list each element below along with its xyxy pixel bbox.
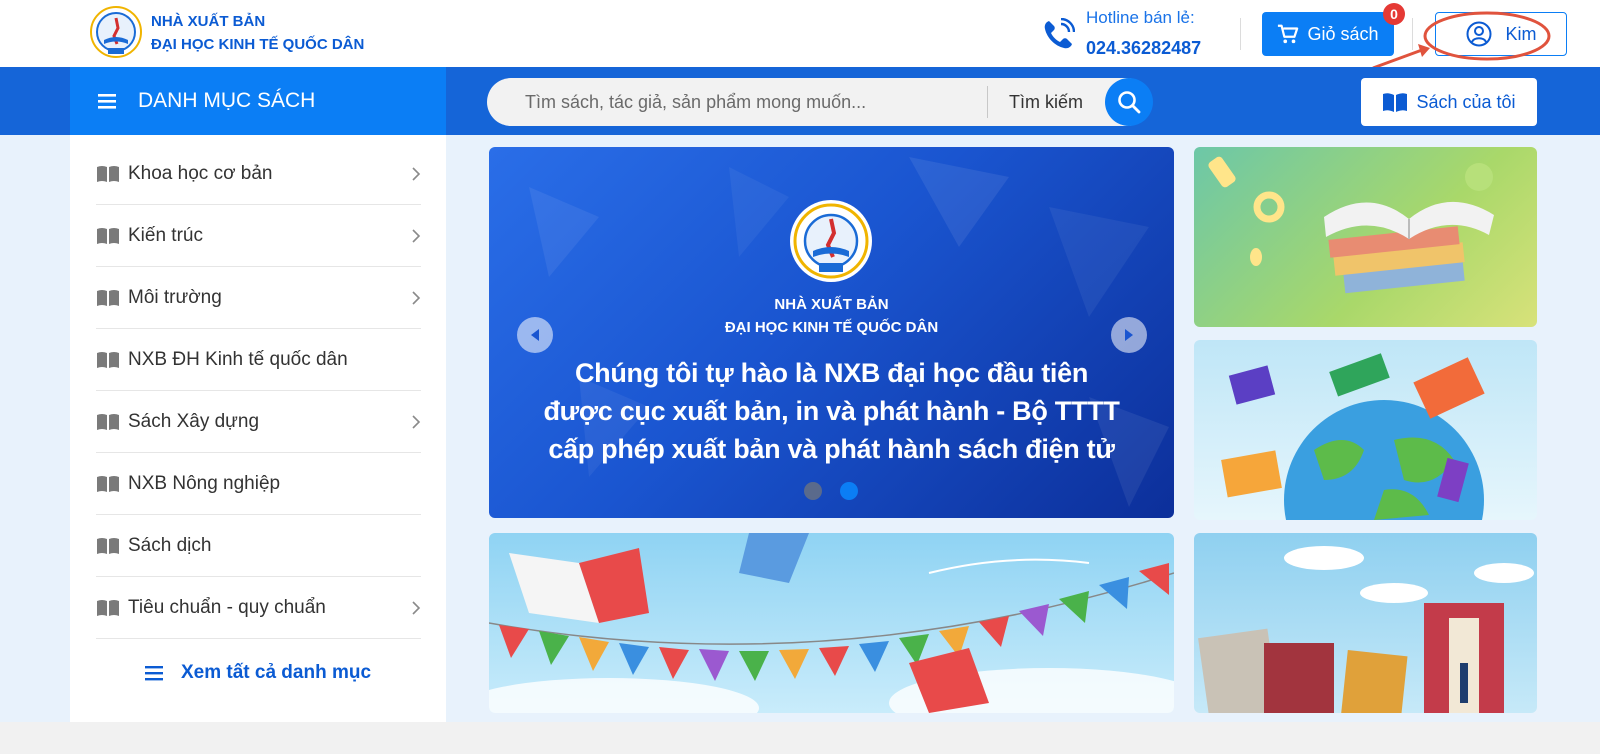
search-input[interactable] [525, 78, 965, 126]
book-icon [97, 413, 119, 430]
banner-bunting[interactable] [489, 533, 1174, 713]
cart-button[interactable]: Giỏ sách [1262, 12, 1394, 56]
slider-logo [790, 200, 872, 282]
category-label: Sách dịch [128, 534, 212, 556]
header-divider [1412, 18, 1413, 50]
slider-message: Chúng tôi tự hào là NXB đại học đầu tiên… [489, 354, 1174, 468]
chevron-right-icon [412, 229, 421, 243]
slider-prev-button[interactable] [517, 317, 553, 353]
banner-books-globe[interactable] [1194, 340, 1537, 520]
search-icon [1118, 91, 1141, 114]
category-item[interactable]: NXB Nông nghiệp [96, 453, 421, 515]
category-item[interactable]: Sách dịch [96, 515, 421, 577]
list-icon [144, 666, 163, 681]
category-label: NXB ĐH Kinh tế quốc dân [128, 348, 348, 370]
chevron-left-icon [531, 329, 539, 341]
cart-icon [1278, 24, 1299, 44]
chevron-right-icon [412, 167, 421, 181]
bunting-illustration [489, 533, 1174, 713]
globe-illustration [1221, 353, 1485, 520]
search-scope-label[interactable]: Tìm kiếm [1009, 92, 1083, 113]
search-bar: Tìm kiếm [487, 78, 1153, 126]
category-label: Kiến trúc [128, 224, 203, 246]
books-illustration [1208, 156, 1494, 294]
category-item[interactable]: NXB ĐH Kinh tế quốc dân [96, 329, 421, 391]
brand-line-1: NHÀ XUẤT BẢN [151, 13, 266, 30]
hotline-label: Hotline bán lẻ: [1086, 8, 1195, 27]
book-icon [97, 537, 119, 554]
hotline-number[interactable]: 024.36282487 [1086, 38, 1201, 59]
header-divider [1240, 18, 1241, 50]
slider-dot-active[interactable] [840, 482, 858, 500]
top-header: NHÀ XUẤT BẢN ĐẠI HỌC KINH TẾ QUỐC DÂN Ho… [0, 0, 1600, 67]
book-icon [97, 351, 119, 368]
category-label: Môi trường [128, 286, 222, 308]
category-menu-toggle[interactable]: DANH MỤC SÁCH [70, 67, 446, 135]
brand-name[interactable]: NHÀ XUẤT BẢN ĐẠI HỌC KINH TẾ QUỐC DÂN [151, 10, 364, 56]
category-sidebar: Khoa học cơ bản Kiến trúc Môi trường NXB ĐH… [70, 135, 446, 722]
category-item[interactable]: Sách Xây dựng [96, 391, 421, 453]
cart-count-badge: 0 [1383, 3, 1405, 25]
book-icon [97, 165, 119, 182]
chevron-right-icon [412, 601, 421, 615]
chevron-right-icon [412, 415, 421, 429]
my-books-button[interactable]: Sách của tôi [1361, 78, 1537, 126]
see-all-categories-link[interactable]: Xem tất cả danh mục [70, 652, 446, 694]
chevron-right-icon [412, 291, 421, 305]
phone-icon [1044, 18, 1075, 49]
slider-publisher-line-1: NHÀ XUẤT BẢN [774, 296, 889, 313]
book-icon [97, 475, 119, 492]
category-label: Sách Xây dựng [128, 410, 260, 432]
slider-publisher-line-2: ĐẠI HỌC KINH TẾ QUỐC DÂN [724, 319, 939, 336]
footer-strip [0, 722, 1600, 754]
cart-label: Giỏ sách [1307, 23, 1379, 44]
search-button[interactable] [1105, 78, 1153, 126]
category-label: NXB Nông nghiệp [128, 472, 281, 494]
category-item[interactable]: Khoa học cơ bản [96, 143, 421, 205]
category-menu-title: DANH MỤC SÁCH [138, 89, 316, 112]
hero-slider[interactable]: NHÀ XUẤT BẢN ĐẠI HỌC KINH TẾ QUỐC DÂN Ch… [489, 147, 1174, 518]
publisher-logo[interactable] [90, 6, 142, 58]
search-divider [987, 86, 988, 118]
book-icon [97, 227, 119, 244]
hamburger-icon [98, 94, 116, 109]
category-item[interactable]: Kiến trúc [96, 205, 421, 267]
slider-dot[interactable] [804, 482, 822, 500]
slider-next-button[interactable] [1111, 317, 1147, 353]
category-label: Tiêu chuẩn - quy chuẩn [128, 596, 326, 618]
banner-books-sky[interactable] [1194, 533, 1537, 713]
slider-message-line-1: Chúng tôi tự hào là NXB đại học đầu tiên [574, 358, 1089, 388]
category-item[interactable]: Tiêu chuẩn - quy chuẩn [96, 577, 421, 639]
my-books-label: Sách của tôi [1416, 91, 1516, 112]
book-icon [97, 599, 119, 616]
banner-books-green[interactable] [1194, 147, 1537, 327]
brand-line-2: ĐẠI HỌC KINH TẾ QUỐC DÂN [151, 36, 365, 53]
book-icon [97, 289, 119, 306]
user-circle-icon [1466, 21, 1491, 47]
user-name: Kim [1505, 23, 1537, 44]
category-label: Khoa học cơ bản [128, 162, 273, 184]
user-account-button[interactable]: Kim [1435, 12, 1567, 56]
category-item[interactable]: Môi trường [96, 267, 421, 329]
slider-message-line-3: cấp phép xuất bản và phát hành sách điện… [548, 434, 1115, 464]
slider-publisher: NHÀ XUẤT BẢN ĐẠI HỌC KINH TẾ QUỐC DÂN [489, 293, 1174, 339]
chevron-right-icon [1125, 329, 1133, 341]
open-book-icon [1383, 93, 1408, 112]
sky-books-illustration [1198, 546, 1534, 713]
slider-message-line-2: được cục xuất bản, in và phát hành - Bộ … [543, 396, 1120, 426]
see-all-label: Xem tất cả danh mục [180, 662, 372, 683]
